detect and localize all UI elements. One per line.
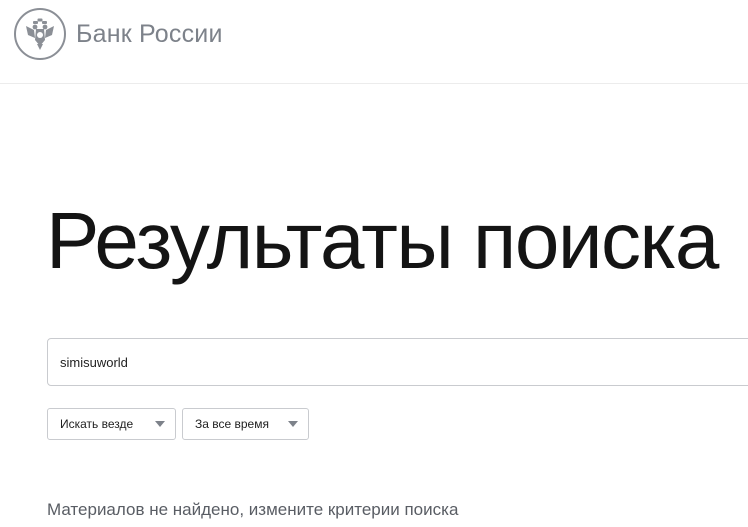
no-results-message: Материалов не найдено, измените критерии… xyxy=(47,500,459,519)
search-scope-label: Искать везде xyxy=(60,417,134,431)
bank-logo-link[interactable]: Банк России xyxy=(14,8,223,60)
chevron-down-icon xyxy=(288,421,298,427)
search-input[interactable] xyxy=(60,339,740,385)
logo-text: Банк России xyxy=(76,19,223,48)
site-header: Банк России xyxy=(0,0,748,84)
double-headed-eagle-emblem-icon xyxy=(14,8,66,60)
chevron-down-icon xyxy=(155,421,165,427)
page-title: Результаты поиска xyxy=(46,196,719,285)
search-period-dropdown[interactable]: За все время xyxy=(182,408,309,440)
search-period-label: За все время xyxy=(195,417,269,431)
search-box xyxy=(47,338,748,386)
search-scope-dropdown[interactable]: Искать везде xyxy=(47,408,176,440)
